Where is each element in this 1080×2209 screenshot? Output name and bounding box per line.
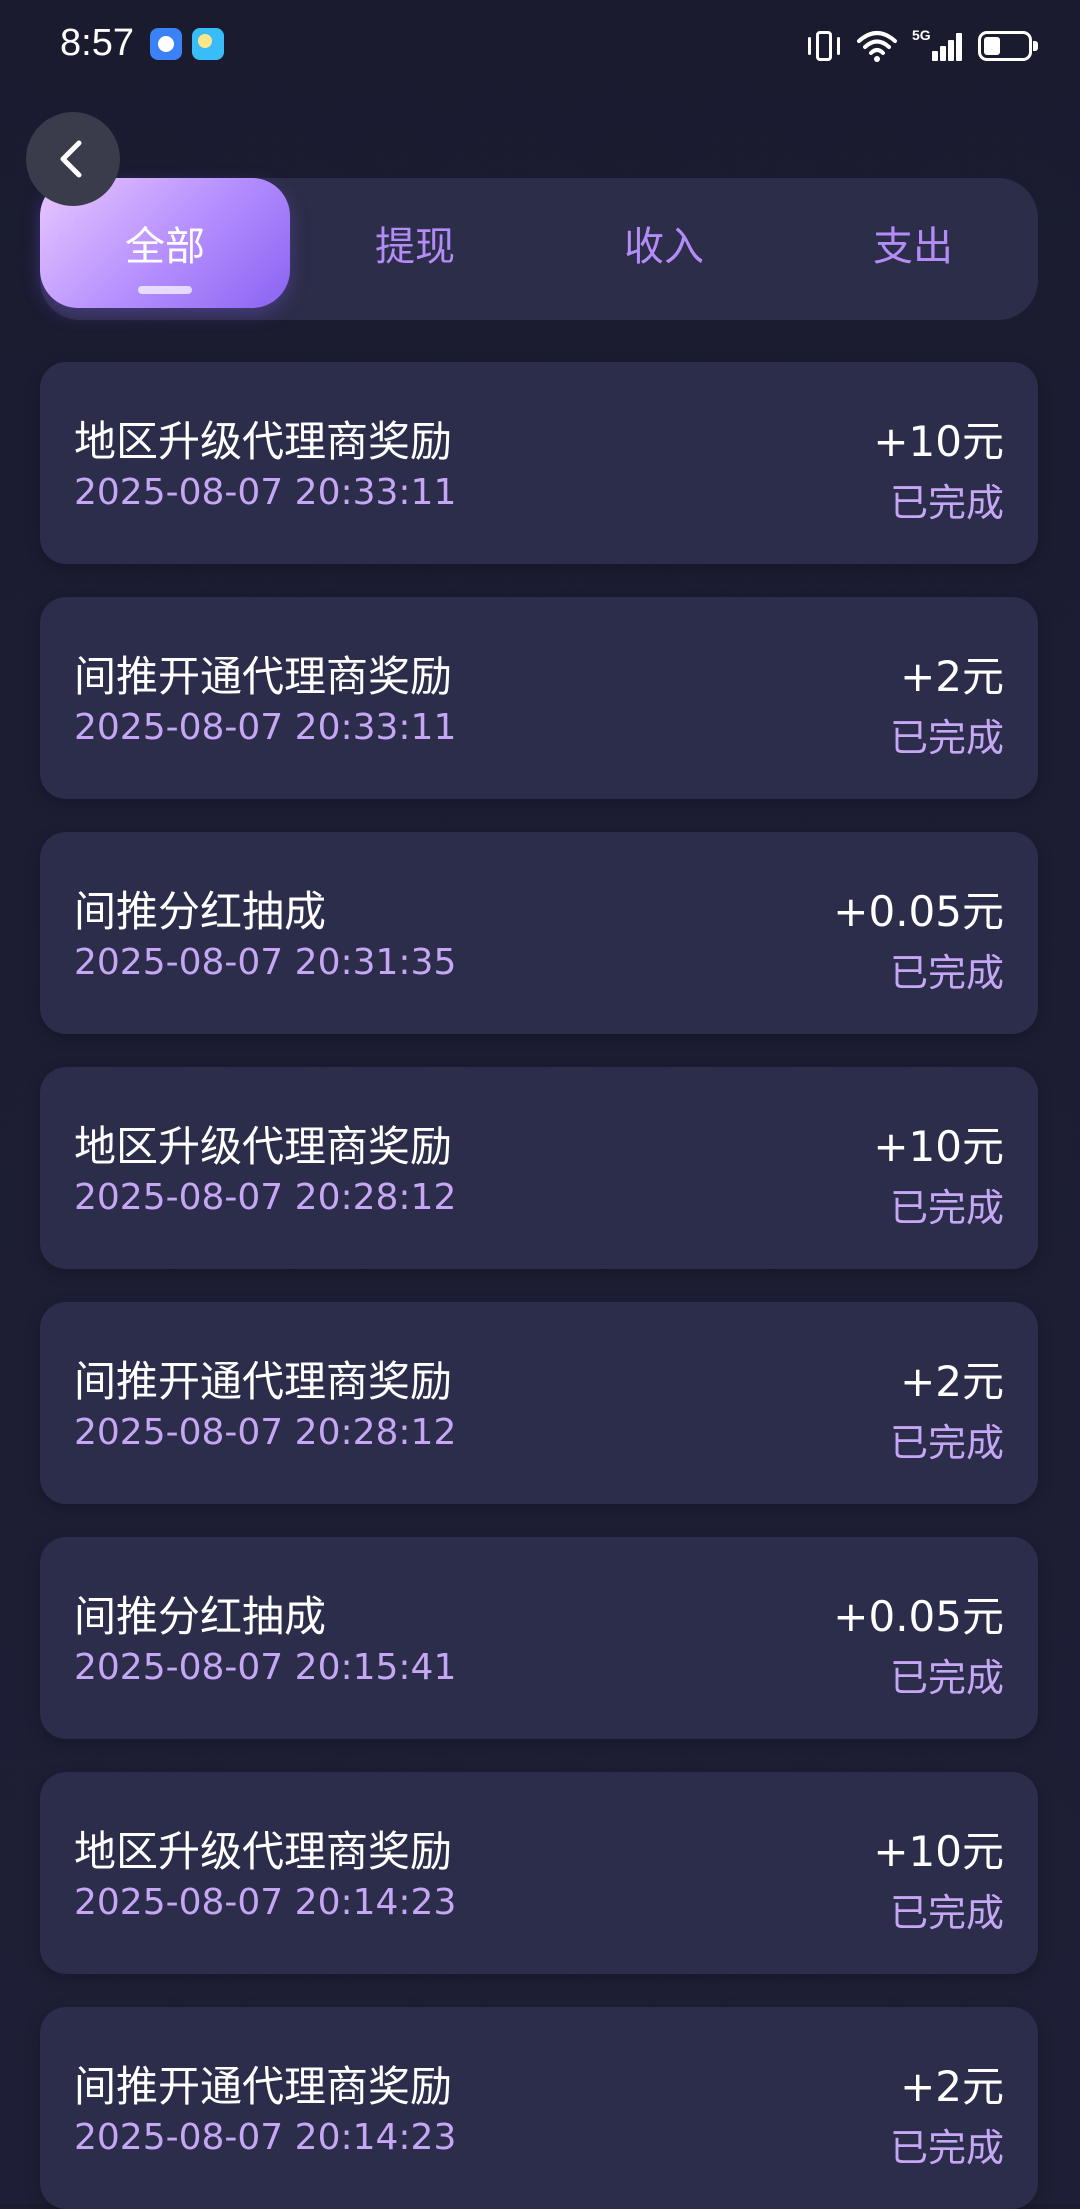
record-title: 间推开通代理商奖励 bbox=[74, 652, 453, 701]
back-button[interactable] bbox=[26, 112, 120, 206]
browser-app-icon bbox=[150, 28, 182, 60]
list-item[interactable]: 间推分红抽成 2025-08-07 20:31:35 +0.05元 已完成 bbox=[40, 832, 1038, 1034]
network-type-label: 5G bbox=[912, 27, 931, 43]
tab-label: 收入 bbox=[624, 224, 704, 270]
record-amount: +10元 bbox=[873, 417, 1004, 466]
wifi-icon bbox=[857, 31, 897, 62]
weather-app-icon bbox=[192, 28, 224, 60]
record-time: 2025-08-07 20:14:23 bbox=[74, 2117, 457, 2158]
record-amount: +2元 bbox=[900, 2062, 1004, 2111]
record-amount: +2元 bbox=[900, 652, 1004, 701]
record-time: 2025-08-07 20:33:11 bbox=[74, 472, 457, 513]
record-amount: +2元 bbox=[900, 1357, 1004, 1406]
status-indicators: 5G bbox=[806, 26, 1040, 66]
record-time: 2025-08-07 20:31:35 bbox=[74, 942, 457, 983]
list-item[interactable]: 间推分红抽成 2025-08-07 20:15:41 +0.05元 已完成 bbox=[40, 1537, 1038, 1739]
record-amount: +0.05元 bbox=[833, 1592, 1004, 1641]
list-item[interactable]: 地区升级代理商奖励 2025-08-07 20:33:11 +10元 已完成 bbox=[40, 362, 1038, 564]
list-item[interactable]: 地区升级代理商奖励 2025-08-07 20:28:12 +10元 已完成 bbox=[40, 1067, 1038, 1269]
record-title: 间推开通代理商奖励 bbox=[74, 2062, 453, 2111]
record-status: 已完成 bbox=[889, 1421, 1004, 1465]
record-status: 已完成 bbox=[889, 951, 1004, 995]
signal-icon: 5G bbox=[912, 27, 964, 63]
record-title: 间推分红抽成 bbox=[74, 887, 327, 936]
list-item[interactable]: 地区升级代理商奖励 2025-08-07 20:14:23 +10元 已完成 bbox=[40, 1772, 1038, 1974]
record-title: 地区升级代理商奖励 bbox=[74, 1122, 453, 1171]
active-tab-indicator bbox=[138, 286, 192, 294]
record-status: 已完成 bbox=[889, 1186, 1004, 1230]
record-status: 已完成 bbox=[889, 716, 1004, 760]
record-time: 2025-08-07 20:14:23 bbox=[74, 1882, 457, 1923]
chevron-left-icon bbox=[60, 140, 82, 178]
list-item[interactable]: 间推开通代理商奖励 2025-08-07 20:28:12 +2元 已完成 bbox=[40, 1302, 1038, 1504]
tab-expense[interactable]: 支出 bbox=[788, 178, 1038, 308]
record-time: 2025-08-07 20:28:12 bbox=[74, 1177, 457, 1218]
record-amount: +10元 bbox=[873, 1827, 1004, 1876]
record-amount: +0.05元 bbox=[833, 887, 1004, 936]
status-time: 8:57 bbox=[60, 22, 134, 64]
record-title: 间推开通代理商奖励 bbox=[74, 1357, 453, 1406]
record-title: 地区升级代理商奖励 bbox=[74, 417, 453, 466]
record-time: 2025-08-07 20:15:41 bbox=[74, 1647, 457, 1688]
status-bar: 8:57 5G bbox=[0, 0, 1080, 90]
filter-tabs: 全部 提现 收入 支出 bbox=[40, 178, 1038, 320]
record-status: 已完成 bbox=[889, 1656, 1004, 1700]
list-item[interactable]: 间推开通代理商奖励 2025-08-07 20:33:11 +2元 已完成 bbox=[40, 597, 1038, 799]
record-title: 间推分红抽成 bbox=[74, 1592, 327, 1641]
record-amount: +10元 bbox=[873, 1122, 1004, 1171]
record-time: 2025-08-07 20:33:11 bbox=[74, 707, 457, 748]
record-status: 已完成 bbox=[889, 481, 1004, 525]
tab-label: 全部 bbox=[125, 224, 205, 270]
vibrate-icon bbox=[806, 29, 842, 63]
list-item[interactable]: 间推开通代理商奖励 2025-08-07 20:14:23 +2元 已完成 bbox=[40, 2007, 1038, 2209]
record-title: 地区升级代理商奖励 bbox=[74, 1827, 453, 1876]
record-time: 2025-08-07 20:28:12 bbox=[74, 1412, 457, 1453]
tab-label: 支出 bbox=[873, 224, 953, 270]
tab-label: 提现 bbox=[375, 224, 455, 270]
tab-income[interactable]: 收入 bbox=[539, 178, 789, 308]
record-status: 已完成 bbox=[889, 2126, 1004, 2170]
record-status: 已完成 bbox=[889, 1891, 1004, 1935]
battery-icon bbox=[978, 29, 1040, 63]
tab-withdraw[interactable]: 提现 bbox=[290, 178, 540, 308]
